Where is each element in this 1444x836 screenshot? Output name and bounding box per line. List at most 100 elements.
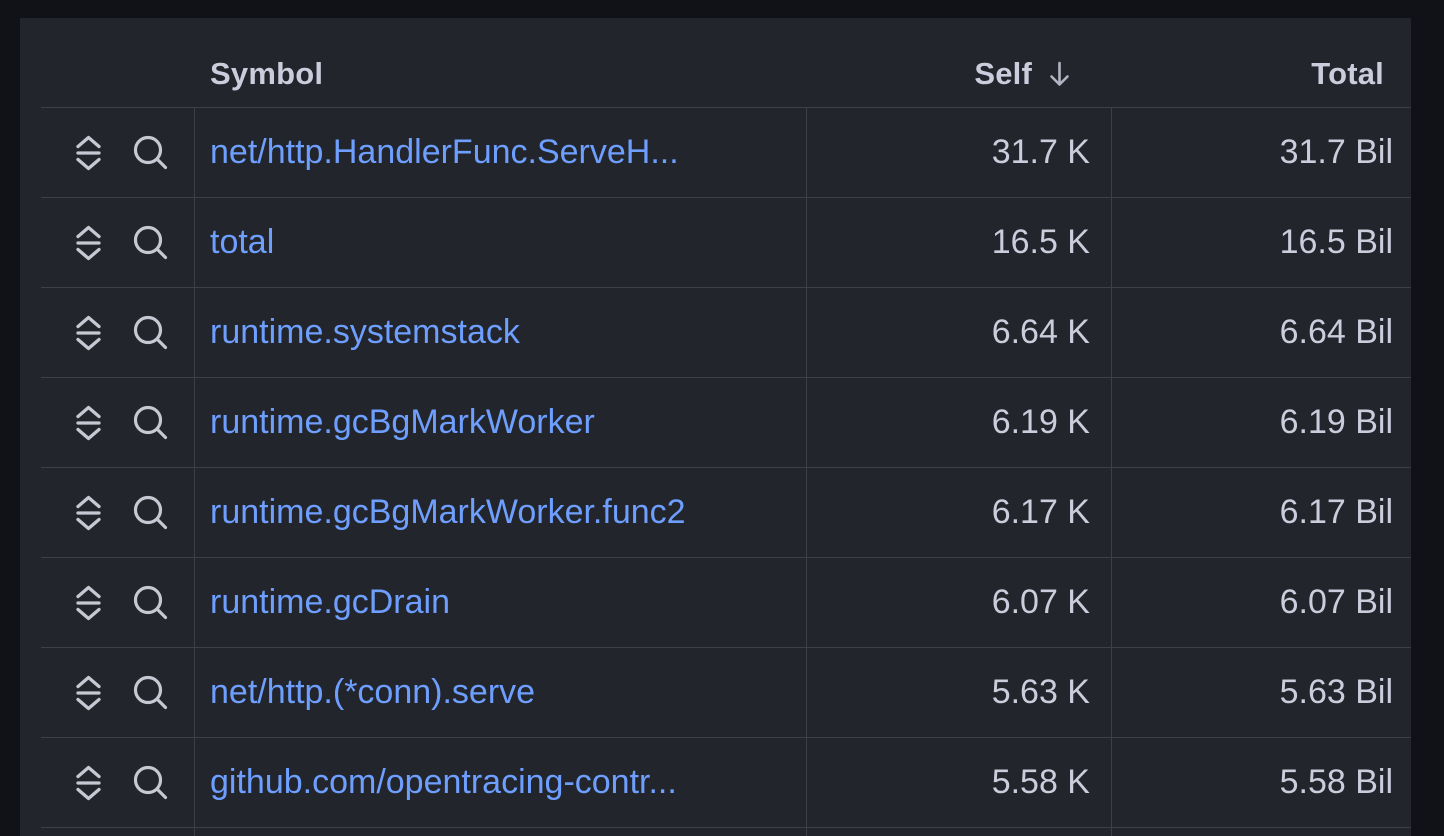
search-button[interactable] (132, 584, 169, 621)
symbol-cell: github.com/opentracing-contr... (195, 738, 807, 827)
sandwich-view-button[interactable] (75, 674, 102, 712)
self-value: 6.19 K (992, 403, 1090, 442)
search-icon (132, 674, 169, 711)
self-cell: 5.63 K (807, 648, 1112, 737)
row-actions-cell (41, 558, 195, 647)
total-value: 5.63 Bil (1280, 673, 1393, 712)
sandwich-view-button[interactable] (75, 764, 102, 802)
table-row-partial (41, 828, 1411, 836)
sandwich-view-button[interactable] (75, 494, 102, 532)
symbol-link[interactable]: net/http.(*conn).serve (210, 673, 535, 712)
sandwich-view-icon (75, 224, 102, 262)
sandwich-view-icon (75, 134, 102, 172)
symbol-column-label: Symbol (210, 56, 323, 92)
self-cell: 6.07 K (807, 558, 1112, 647)
symbol-cell: runtime.gcDrain (195, 558, 807, 647)
total-value: 6.64 Bil (1280, 313, 1393, 352)
table-row: runtime.gcDrain 6.07 K 6.07 Bil (41, 558, 1411, 648)
symbol-cell: total (195, 198, 807, 287)
table-row: net/http.(*conn).serve 5.63 K 5.63 Bil (41, 648, 1411, 738)
search-button[interactable] (132, 224, 169, 261)
sandwich-view-icon (75, 764, 102, 802)
search-icon (132, 134, 169, 171)
self-value: 6.07 K (992, 583, 1090, 622)
symbol-link[interactable]: runtime.gcBgMarkWorker (210, 403, 595, 442)
search-button[interactable] (132, 404, 169, 441)
self-cell: 31.7 K (807, 108, 1112, 197)
column-header-total[interactable]: Total (1112, 56, 1411, 92)
sandwich-view-icon (75, 584, 102, 622)
total-cell: 5.63 Bil (1112, 648, 1411, 737)
self-cell: 6.19 K (807, 378, 1112, 467)
table-header-row: Symbol Self Total (41, 18, 1411, 108)
search-icon (132, 584, 169, 621)
row-actions-cell (41, 468, 195, 557)
sandwich-view-icon (75, 674, 102, 712)
search-button[interactable] (132, 764, 169, 801)
self-cell: 16.5 K (807, 198, 1112, 287)
self-value: 5.58 K (992, 763, 1090, 802)
total-value: 6.19 Bil (1280, 403, 1393, 442)
sandwich-view-button[interactable] (75, 584, 102, 622)
total-value: 6.17 Bil (1280, 493, 1393, 532)
search-icon (132, 494, 169, 531)
row-actions-cell (41, 738, 195, 827)
symbol-cell: net/http.HandlerFunc.ServeH... (195, 108, 807, 197)
search-button[interactable] (132, 674, 169, 711)
symbol-cell: runtime.gcBgMarkWorker (195, 378, 807, 467)
sandwich-view-icon (75, 314, 102, 352)
table-row: total 16.5 K 16.5 Bil (41, 198, 1411, 288)
sandwich-view-button[interactable] (75, 134, 102, 172)
sandwich-view-button[interactable] (75, 314, 102, 352)
total-value: 16.5 Bil (1280, 223, 1393, 262)
search-button[interactable] (132, 314, 169, 351)
total-cell: 6.17 Bil (1112, 468, 1411, 557)
top-table-panel: Symbol Self Total (20, 18, 1411, 836)
row-actions-cell (41, 378, 195, 467)
symbol-link[interactable]: net/http.HandlerFunc.ServeH... (210, 133, 679, 172)
symbol-link[interactable]: runtime.systemstack (210, 313, 520, 352)
table-row: net/http.HandlerFunc.ServeH... 31.7 K 31… (41, 108, 1411, 198)
self-cell: 5.58 K (807, 738, 1112, 827)
symbol-link[interactable]: total (210, 223, 274, 262)
self-column-label: Self (974, 56, 1032, 92)
symbol-link[interactable]: github.com/opentracing-contr... (210, 763, 677, 802)
self-value: 6.17 K (992, 493, 1090, 532)
symbols-table: Symbol Self Total (41, 18, 1411, 836)
total-cell: 6.64 Bil (1112, 288, 1411, 377)
table-body: net/http.HandlerFunc.ServeH... 31.7 K 31… (41, 108, 1411, 828)
table-row: runtime.gcBgMarkWorker 6.19 K 6.19 Bil (41, 378, 1411, 468)
sandwich-view-button[interactable] (75, 404, 102, 442)
symbol-cell: runtime.gcBgMarkWorker.func2 (195, 468, 807, 557)
total-cell: 31.7 Bil (1112, 108, 1411, 197)
row-actions-cell (41, 198, 195, 287)
self-cell: 6.17 K (807, 468, 1112, 557)
symbol-link[interactable]: runtime.gcDrain (210, 583, 450, 622)
self-value: 16.5 K (992, 223, 1090, 262)
total-column-label: Total (1311, 56, 1384, 92)
self-value: 31.7 K (992, 133, 1090, 172)
arrow-down-icon (1047, 60, 1072, 88)
search-icon (132, 404, 169, 441)
total-value: 31.7 Bil (1280, 133, 1393, 172)
self-value: 6.64 K (992, 313, 1090, 352)
search-button[interactable] (132, 494, 169, 531)
self-cell: 6.64 K (807, 288, 1112, 377)
column-header-symbol[interactable]: Symbol (195, 56, 807, 92)
symbol-link[interactable]: runtime.gcBgMarkWorker.func2 (210, 493, 686, 532)
row-actions-cell (41, 108, 195, 197)
self-value: 5.63 K (992, 673, 1090, 712)
total-cell: 5.58 Bil (1112, 738, 1411, 827)
row-actions-cell (41, 288, 195, 377)
total-cell: 6.07 Bil (1112, 558, 1411, 647)
row-actions-cell (41, 648, 195, 737)
sandwich-view-button[interactable] (75, 224, 102, 262)
search-button[interactable] (132, 134, 169, 171)
search-icon (132, 224, 169, 261)
symbol-cell: runtime.systemstack (195, 288, 807, 377)
total-value: 6.07 Bil (1280, 583, 1393, 622)
total-cell: 16.5 Bil (1112, 198, 1411, 287)
column-header-self[interactable]: Self (807, 56, 1112, 92)
table-row: github.com/opentracing-contr... 5.58 K 5… (41, 738, 1411, 828)
sandwich-view-icon (75, 494, 102, 532)
